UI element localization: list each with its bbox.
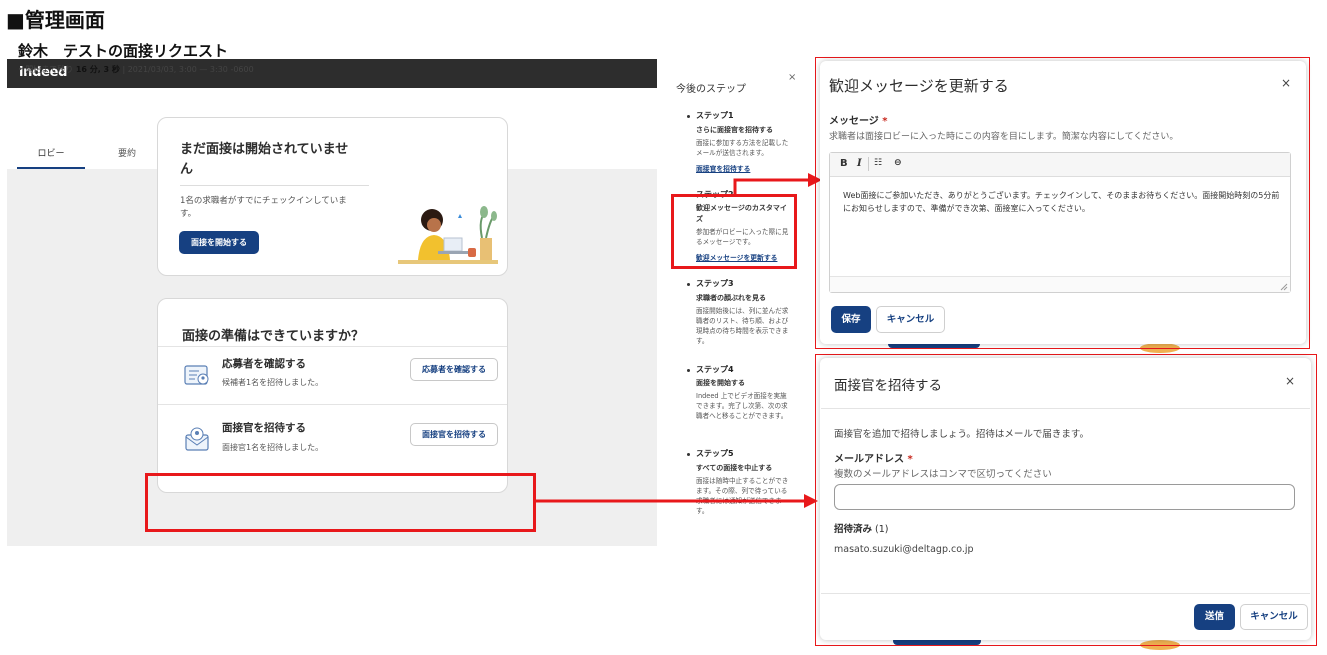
status-card-desc: 1名の求職者がすでにチェックインしています。 xyxy=(180,196,347,219)
link-icon[interactable]: ⊖ xyxy=(894,158,902,168)
message-hint: 求職者は面接ロビーに入った時にこの内容を目にします。簡潔な内容にしてください。 xyxy=(829,132,1179,142)
resize-handle-icon[interactable] xyxy=(1280,283,1288,291)
highlight-box-invite xyxy=(145,473,536,532)
message-text[interactable]: Web面接にご参加いただき、ありがとうございます。チェックインして、そのままお待… xyxy=(843,190,1283,215)
email-input[interactable] xyxy=(834,484,1295,510)
divider xyxy=(821,408,1310,409)
list-icon[interactable]: ☷ xyxy=(874,158,882,168)
meta-date: | 2021/03/03, 3:00 — 3:30 -0600 xyxy=(119,65,254,74)
message-label: メッセージ * xyxy=(829,112,888,127)
close-icon[interactable]: × xyxy=(1281,76,1291,90)
cancel-button[interactable]: キャンセル xyxy=(876,306,945,333)
invited-count: (1) xyxy=(875,524,889,535)
invite-modal-desc: 面接官を追加で招待しましょう。招待はメールで届きます。 xyxy=(834,429,1089,440)
italic-button[interactable]: I xyxy=(857,158,862,169)
review-applicants-button[interactable]: 応募者を確認する xyxy=(410,358,498,381)
invite-interviewer-button[interactable]: 面接官を招待する xyxy=(410,423,498,446)
required-marker: * xyxy=(882,116,888,127)
request-title: 鈴木 テストの面接リクエスト xyxy=(18,42,229,60)
send-button[interactable]: 送信 xyxy=(1194,604,1235,630)
invited-email: masato.suzuki@deltagp.co.jp xyxy=(834,544,974,555)
review-applicants-title: 応募者を確認する xyxy=(222,358,306,370)
divider xyxy=(821,593,1310,594)
request-meta: • 開始まで残り 16 分, 3 秒 | 2021/03/03, 3:00 — … xyxy=(18,64,254,75)
steps-close-icon[interactable]: × xyxy=(788,72,796,83)
tab-summary[interactable]: 要約 xyxy=(95,139,159,169)
required-marker: * xyxy=(907,454,913,465)
divider xyxy=(158,404,507,405)
status-card-title: まだ面接は開始されていません xyxy=(180,142,349,177)
close-icon[interactable]: × xyxy=(1285,374,1295,388)
step-1-sub: さらに面接官を招待する xyxy=(696,126,773,134)
applicant-list-icon xyxy=(184,365,209,385)
divider xyxy=(180,185,369,186)
review-applicants-sub: 候補者1名を招待しました。 xyxy=(222,378,324,387)
invite-envelope-icon xyxy=(185,427,209,451)
email-label-text: メールアドレス xyxy=(834,454,904,465)
step-1-head: ステップ1 xyxy=(696,111,734,120)
callout-arrows xyxy=(536,173,822,508)
save-button[interactable]: 保存 xyxy=(831,306,871,333)
toolbar-divider xyxy=(868,157,869,171)
message-label-text: メッセージ xyxy=(829,116,879,127)
welcome-modal-title: 歓迎メッセージを更新する xyxy=(829,77,1009,95)
steps-title: 今後のステップ xyxy=(676,84,746,95)
meta-prefix: • 開始まで残り xyxy=(18,65,76,74)
email-label: メールアドレス * xyxy=(834,450,913,465)
page-title: ■管理画面 xyxy=(6,8,105,32)
bullet-icon xyxy=(687,115,690,118)
editor-statusbar xyxy=(830,276,1290,292)
invite-modal-title: 面接官を招待する xyxy=(834,378,942,394)
invited-label: 招待済み xyxy=(834,524,873,535)
invite-interviewer-sub: 面接官1名を招待しました。 xyxy=(222,443,324,452)
start-interview-button[interactable]: 面接を開始する xyxy=(179,231,259,254)
bold-button[interactable]: B xyxy=(840,158,848,169)
waiting-person-illustration xyxy=(398,206,498,264)
countdown: 16 分, 3 秒 xyxy=(75,65,120,74)
tab-lobby[interactable]: ロビー xyxy=(17,139,85,169)
step-1-desc: 面接に参加する方法を記載したメールが送信されます。 xyxy=(696,139,789,157)
divider xyxy=(158,346,507,347)
invite-interviewer-title: 面接官を招待する xyxy=(222,422,306,434)
ready-card-title: 面接の準備はできていますか？ xyxy=(182,329,365,344)
invited-heading: 招待済み (1) xyxy=(834,521,889,535)
email-hint: 複数のメールアドレスはコンマで区切ってください xyxy=(834,469,1052,480)
cancel-button[interactable]: キャンセル xyxy=(1240,604,1308,630)
